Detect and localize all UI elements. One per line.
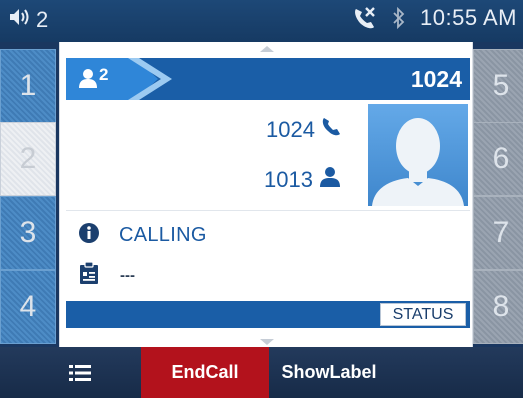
show-label-button[interactable]: ShowLabel xyxy=(270,347,388,398)
call-status-bar: STATUS xyxy=(66,301,470,328)
menu-list-icon[interactable] xyxy=(60,347,100,398)
missed-call-icon xyxy=(352,6,378,30)
line-key-5[interactable]: 5 xyxy=(473,49,523,123)
person-icon xyxy=(313,166,342,194)
end-call-button[interactable]: EndCall xyxy=(141,347,269,398)
panel-divider xyxy=(66,210,470,211)
conference-indicator: 2 xyxy=(78,65,109,94)
scroll-up-arrow-icon[interactable] xyxy=(260,46,274,52)
person-icon xyxy=(78,67,98,94)
participant-row-1[interactable]: 1024 xyxy=(266,116,342,144)
participant-number: 1024 xyxy=(266,117,315,142)
line-key-7[interactable]: 7 xyxy=(473,196,523,270)
bluetooth-icon xyxy=(392,6,406,30)
scroll-down-arrow-icon[interactable] xyxy=(260,339,274,345)
note-row: --- xyxy=(78,261,135,290)
contact-avatar xyxy=(368,104,468,206)
conference-count: 2 xyxy=(99,65,109,84)
clock: 10:55 AM xyxy=(420,5,517,30)
line-key-3[interactable]: 3 xyxy=(0,196,56,270)
speaker-icon xyxy=(8,6,36,34)
call-header-bar[interactable]: 2 1024 xyxy=(66,58,470,100)
status-bar: 2 10:55 AM xyxy=(0,0,523,42)
participant-number: 1013 xyxy=(264,167,313,192)
clipboard-icon xyxy=(78,261,100,290)
participant-row-2[interactable]: 1013 xyxy=(264,166,342,194)
phone-icon xyxy=(315,116,342,144)
status-button[interactable]: STATUS xyxy=(380,303,466,326)
call-state-row: CALLING xyxy=(78,222,207,249)
phone-screen: 2 10:55 AM 1 2 3 4 5 6 7 8 2 1024 1024 1… xyxy=(0,0,523,398)
line-key-8[interactable]: 8 xyxy=(473,270,523,344)
active-line-number: 2 xyxy=(36,7,49,32)
active-call-number: 1024 xyxy=(410,66,462,92)
call-state-label: CALLING xyxy=(119,224,207,246)
call-panel: 2 1024 1024 1013 CALLING --- STATUS xyxy=(59,42,473,347)
line-key-1[interactable]: 1 xyxy=(0,49,56,123)
softkey-bar: EndCall ShowLabel xyxy=(0,347,523,398)
line-key-4[interactable]: 4 xyxy=(0,270,56,344)
note-value: --- xyxy=(120,267,135,284)
status-left-group: 2 xyxy=(8,6,48,34)
status-right-group: 10:55 AM xyxy=(352,5,517,31)
line-key-2[interactable]: 2 xyxy=(0,122,56,196)
line-key-6[interactable]: 6 xyxy=(473,122,523,196)
info-icon xyxy=(78,222,100,249)
